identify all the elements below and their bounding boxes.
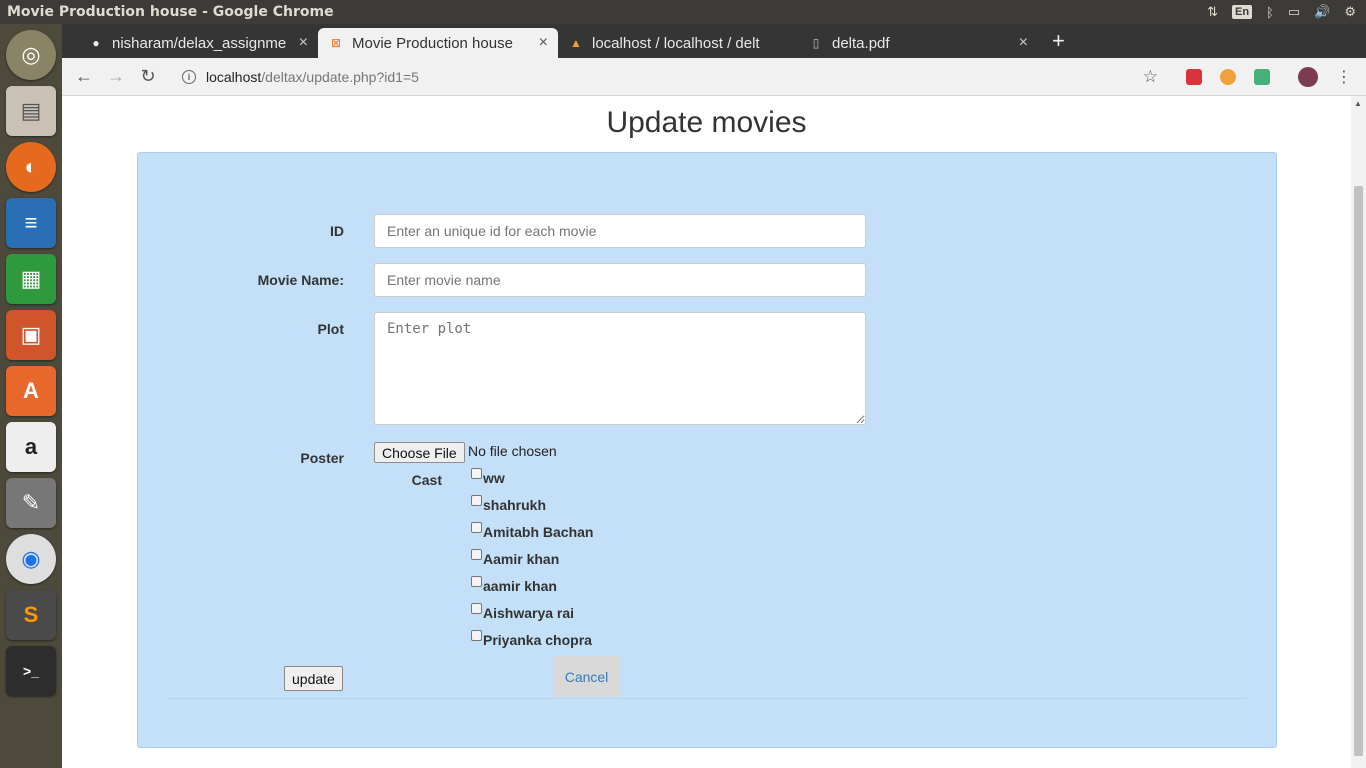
github-icon: ● xyxy=(92,36,100,50)
amazon-icon[interactable]: a xyxy=(6,422,56,472)
network-icon[interactable]: ⇅ xyxy=(1207,4,1218,20)
choose-file-button[interactable]: Choose File xyxy=(374,442,465,463)
cast-label: Cast xyxy=(411,472,442,488)
browser-tab-strip: ● nisharam/delax_assignme × ⊠ Movie Prod… xyxy=(62,24,1366,58)
update-button[interactable]: update xyxy=(284,666,343,691)
url-path: /deltax/update.php?id1=5 xyxy=(261,68,419,85)
cast-option: shahrukh xyxy=(471,493,546,513)
cast-option: ww xyxy=(471,466,505,486)
poster-label: Poster xyxy=(300,450,344,466)
cast-option: aamir khan xyxy=(471,574,557,594)
page-viewport: Update movies ID Movie Name: Plot Poster… xyxy=(62,96,1366,768)
cast-checkbox[interactable] xyxy=(471,522,482,533)
cast-option: Amitabh Bachan xyxy=(471,520,593,540)
extension-red-icon[interactable] xyxy=(1186,68,1202,85)
plot-label: Plot xyxy=(317,321,344,337)
close-icon[interactable]: × xyxy=(539,34,548,52)
ubuntu-launcher: ◎ ▤ ◐ ≡ ▦ ▣ A a ✎ ◉ S >_ xyxy=(0,24,62,768)
extension-green-icon[interactable] xyxy=(1254,68,1270,85)
id-label: ID xyxy=(330,223,344,239)
keyboard-layout-indicator[interactable]: En xyxy=(1231,5,1253,19)
close-icon[interactable]: × xyxy=(299,34,308,52)
sublime-text-icon[interactable]: S xyxy=(6,590,56,640)
profile-avatar[interactable] xyxy=(1298,66,1318,87)
scroll-thumb[interactable] xyxy=(1354,186,1363,756)
toolbar-actions: ☆ ⋮ xyxy=(1143,66,1366,87)
window-title: Movie Production house - Google Chrome xyxy=(7,4,334,20)
system-settings-icon[interactable]: ✎ xyxy=(6,478,56,528)
url-host: localhost xyxy=(206,68,262,85)
back-button[interactable]: ← xyxy=(68,66,100,87)
chrome-icon[interactable]: ◉ xyxy=(6,534,56,584)
address-bar[interactable]: i localhost/deltax/update.php?id1=5 xyxy=(182,69,419,85)
browser-toolbar: ← → ↻ i localhost/deltax/update.php?id1=… xyxy=(62,58,1366,96)
menu-icon[interactable]: ⋮ xyxy=(1336,67,1352,87)
cast-checkbox[interactable] xyxy=(471,495,482,506)
bluetooth-icon[interactable]: ᛒ xyxy=(1266,5,1274,20)
libreoffice-writer-icon[interactable]: ≡ xyxy=(6,198,56,248)
os-top-panel: Movie Production house - Google Chrome ⇅… xyxy=(0,0,1366,24)
id-input[interactable] xyxy=(374,214,866,248)
phpmyadmin-icon: ▲ xyxy=(570,36,582,50)
libreoffice-impress-icon[interactable]: ▣ xyxy=(6,310,56,360)
cast-checkbox[interactable] xyxy=(471,549,482,560)
volume-icon[interactable]: 🔊 xyxy=(1314,4,1330,20)
cast-checkbox[interactable] xyxy=(471,576,482,587)
forward-button[interactable]: → xyxy=(100,66,132,87)
tab-delta-pdf[interactable]: ▯ delta.pdf × xyxy=(798,28,1038,58)
bookmark-star-icon[interactable]: ☆ xyxy=(1143,67,1158,87)
info-icon[interactable]: i xyxy=(182,69,196,84)
ubuntu-dash-icon[interactable]: ◎ xyxy=(6,30,56,80)
reload-button[interactable]: ↻ xyxy=(132,66,164,87)
cast-option: Priyanka chopra xyxy=(471,628,592,648)
system-tray: ⇅ En ᛒ ▭ 🔊 ⚙ xyxy=(1207,4,1366,20)
tab-phpmyadmin[interactable]: ▲ localhost / localhost / delt xyxy=(558,28,798,58)
update-form-panel: ID Movie Name: Plot Poster Choose File N… xyxy=(137,152,1277,748)
tab-movie-production[interactable]: ⊠ Movie Production house × xyxy=(318,28,558,58)
cast-checkbox[interactable] xyxy=(471,603,482,614)
file-status: No file chosen xyxy=(468,443,557,459)
software-center-icon[interactable]: A xyxy=(6,366,56,416)
firefox-icon[interactable]: ◐ xyxy=(6,142,56,192)
document-icon: ▯ xyxy=(812,36,820,50)
cast-checkbox[interactable] xyxy=(471,630,482,641)
tab-github[interactable]: ● nisharam/delax_assignme × xyxy=(78,28,318,58)
cancel-button[interactable]: Cancel xyxy=(553,656,620,697)
movie-name-label: Movie Name: xyxy=(257,272,344,288)
terminal-icon[interactable]: >_ xyxy=(6,646,56,696)
xampp-icon: ⊠ xyxy=(330,36,342,50)
battery-icon[interactable]: ▭ xyxy=(1288,4,1300,20)
close-icon[interactable]: × xyxy=(1019,34,1028,52)
files-icon[interactable]: ▤ xyxy=(6,86,56,136)
scroll-up-arrow-icon[interactable]: ▲ xyxy=(1354,99,1362,108)
plot-textarea[interactable] xyxy=(374,312,866,425)
cast-option: Aamir khan xyxy=(471,547,559,567)
new-tab-button[interactable]: + xyxy=(1052,28,1065,54)
page-title: Update movies xyxy=(606,106,807,139)
settings-gear-icon[interactable]: ⚙ xyxy=(1344,4,1356,20)
movie-name-input[interactable] xyxy=(374,263,866,297)
form-divider xyxy=(168,698,1246,699)
cast-option: Aishwarya rai xyxy=(471,601,574,621)
libreoffice-calc-icon[interactable]: ▦ xyxy=(6,254,56,304)
metamask-icon[interactable] xyxy=(1220,68,1236,85)
page-scrollbar[interactable]: ▲ xyxy=(1351,96,1366,768)
cast-checkbox[interactable] xyxy=(471,468,482,479)
